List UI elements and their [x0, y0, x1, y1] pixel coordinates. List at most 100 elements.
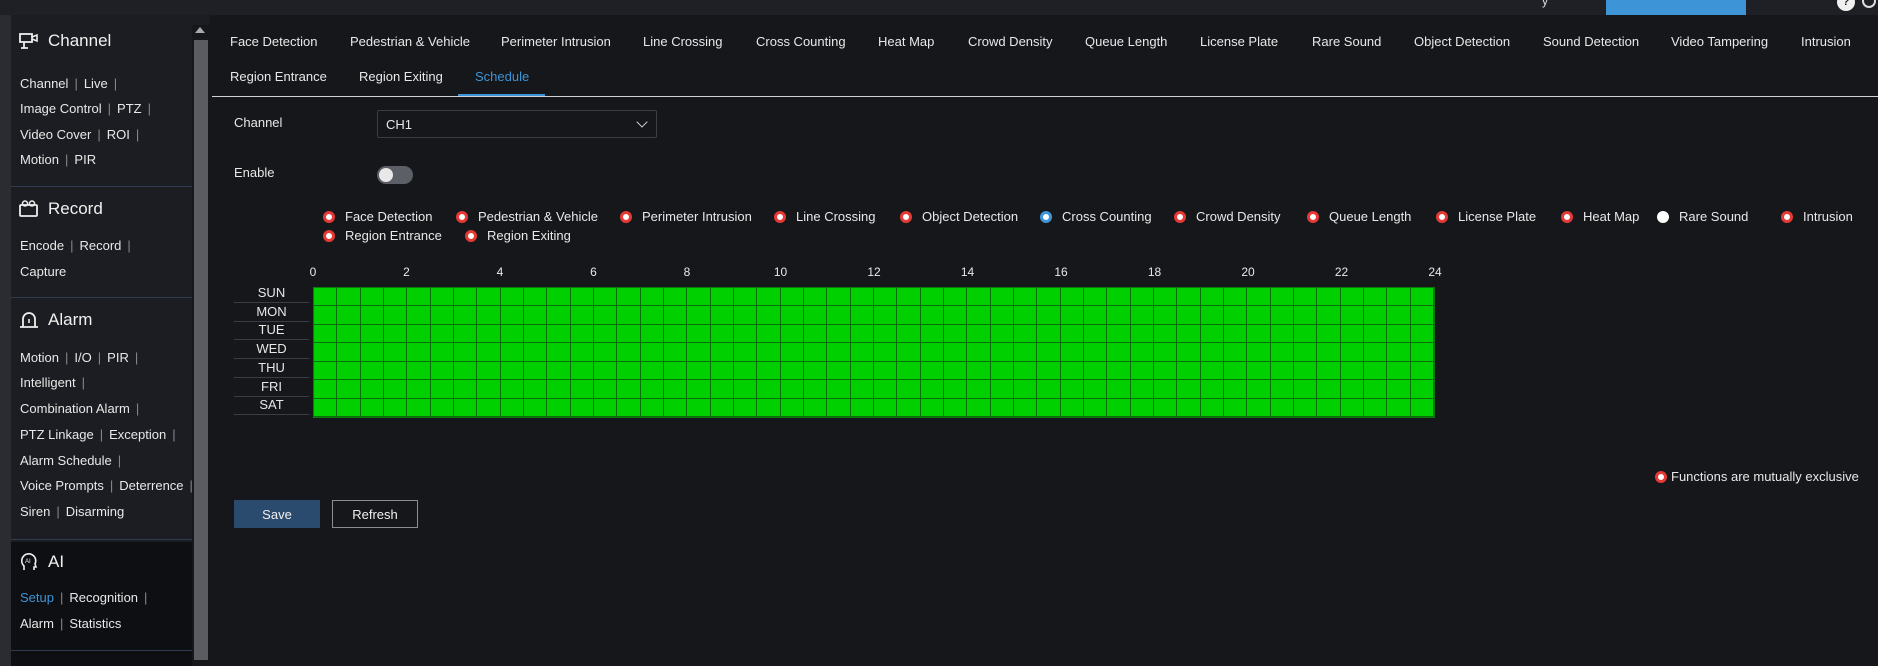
schedule-cell[interactable] [547, 343, 571, 362]
schedule-cell[interactable] [430, 288, 454, 307]
schedule-cell[interactable] [477, 288, 501, 307]
tab-schedule[interactable]: Schedule [475, 69, 529, 84]
schedule-cell[interactable] [827, 306, 851, 325]
schedule-cell[interactable] [1387, 306, 1411, 325]
schedule-cell[interactable] [1224, 288, 1248, 307]
schedule-cell[interactable] [1154, 288, 1178, 307]
schedule-cell[interactable] [1270, 361, 1294, 381]
channel-select[interactable]: CH1 [377, 110, 657, 138]
schedule-cell[interactable] [500, 361, 524, 381]
schedule-cell[interactable] [780, 343, 804, 362]
schedule-cell[interactable] [1247, 398, 1271, 417]
schedule-cell[interactable] [804, 324, 828, 344]
schedule-cell[interactable] [1270, 343, 1294, 362]
schedule-cell[interactable] [360, 380, 384, 399]
schedule-cell[interactable] [1294, 324, 1318, 344]
schedule-cell[interactable] [967, 288, 991, 307]
schedule-cell[interactable] [594, 288, 618, 307]
schedule-cell[interactable] [640, 306, 664, 325]
section-channel-title[interactable]: Channel [19, 31, 111, 51]
scroll-up-icon[interactable] [195, 27, 205, 33]
schedule-cell[interactable] [384, 398, 408, 417]
schedule-cell[interactable] [1130, 343, 1154, 362]
schedule-cell[interactable] [827, 398, 851, 417]
tab-license-plate[interactable]: License Plate [1200, 34, 1278, 49]
schedule-cell[interactable] [1107, 288, 1131, 307]
schedule-cell[interactable] [640, 398, 664, 417]
schedule-cell[interactable] [1387, 343, 1411, 362]
schedule-cell[interactable] [407, 343, 431, 362]
schedule-cell[interactable] [1177, 306, 1201, 325]
schedule-cell[interactable] [617, 361, 641, 381]
schedule-cell[interactable] [430, 380, 454, 399]
schedule-cell[interactable] [1107, 324, 1131, 344]
schedule-cell[interactable] [1410, 398, 1434, 417]
schedule-cell[interactable] [524, 288, 548, 307]
sidebar-item-io[interactable]: I/O [74, 350, 91, 365]
schedule-cell[interactable] [1130, 380, 1154, 399]
schedule-cell[interactable] [967, 398, 991, 417]
schedule-cell[interactable] [780, 380, 804, 399]
schedule-cell[interactable] [780, 324, 804, 344]
schedule-cell[interactable] [827, 361, 851, 381]
schedule-cell[interactable] [710, 343, 734, 362]
schedule-cell[interactable] [944, 398, 968, 417]
schedule-cell[interactable] [734, 398, 758, 417]
tab-crowd-density[interactable]: Crowd Density [968, 34, 1053, 49]
schedule-cell[interactable] [1200, 306, 1224, 325]
schedule-cell[interactable] [1200, 343, 1224, 362]
schedule-cell[interactable] [454, 361, 478, 381]
schedule-cell[interactable] [734, 324, 758, 344]
schedule-cell[interactable] [337, 288, 361, 307]
radio-rare-sound[interactable]: Rare Sound [1657, 209, 1748, 224]
radio-perimeter-intrusion[interactable]: Perimeter Intrusion [620, 209, 752, 224]
schedule-cell[interactable] [990, 343, 1014, 362]
schedule-cell[interactable] [1364, 361, 1388, 381]
tab-object-detection[interactable]: Object Detection [1414, 34, 1510, 49]
schedule-cell[interactable] [1224, 380, 1248, 399]
schedule-cell[interactable] [547, 306, 571, 325]
schedule-cell[interactable] [1364, 398, 1388, 417]
schedule-cell[interactable] [454, 288, 478, 307]
schedule-cell[interactable] [1060, 324, 1084, 344]
schedule-cell[interactable] [967, 380, 991, 399]
schedule-cell[interactable] [897, 343, 921, 362]
schedule-cell[interactable] [827, 324, 851, 344]
schedule-cell[interactable] [1084, 324, 1108, 344]
schedule-cell[interactable] [734, 343, 758, 362]
schedule-cell[interactable] [944, 361, 968, 381]
schedule-cell[interactable] [1224, 343, 1248, 362]
schedule-cell[interactable] [1270, 288, 1294, 307]
schedule-cell[interactable] [1084, 343, 1108, 362]
schedule-cell[interactable] [407, 324, 431, 344]
schedule-cell[interactable] [617, 306, 641, 325]
schedule-cell[interactable] [1154, 324, 1178, 344]
sidebar-item-ptz-linkage[interactable]: PTZ Linkage [20, 427, 94, 442]
schedule-cell[interactable] [1014, 288, 1038, 307]
tab-intrusion[interactable]: Intrusion [1801, 34, 1851, 49]
schedule-cell[interactable] [337, 380, 361, 399]
schedule-cell[interactable] [1294, 288, 1318, 307]
schedule-cell[interactable] [314, 324, 338, 344]
schedule-cell[interactable] [710, 380, 734, 399]
schedule-cell[interactable] [454, 324, 478, 344]
sidebar-item-combination-alarm[interactable]: Combination Alarm [20, 401, 130, 416]
schedule-cell[interactable] [897, 324, 921, 344]
tab-region-entrance[interactable]: Region Entrance [230, 69, 327, 84]
schedule-cell[interactable] [360, 324, 384, 344]
schedule-cell[interactable] [594, 361, 618, 381]
section-ai-title[interactable]: AI AI [19, 552, 64, 572]
schedule-cell[interactable] [407, 306, 431, 325]
schedule-cell[interactable] [1247, 343, 1271, 362]
schedule-cell[interactable] [1084, 306, 1108, 325]
tab-sound-detection[interactable]: Sound Detection [1543, 34, 1639, 49]
schedule-cell[interactable] [1107, 343, 1131, 362]
radio-object-detection[interactable]: Object Detection [900, 209, 1018, 224]
schedule-cell[interactable] [430, 361, 454, 381]
schedule-cell[interactable] [594, 324, 618, 344]
schedule-cell[interactable] [1014, 398, 1038, 417]
schedule-cell[interactable] [430, 343, 454, 362]
sidebar-item-recognition[interactable]: Recognition [69, 590, 138, 605]
schedule-cell[interactable] [710, 324, 734, 344]
schedule-cell[interactable] [920, 288, 944, 307]
